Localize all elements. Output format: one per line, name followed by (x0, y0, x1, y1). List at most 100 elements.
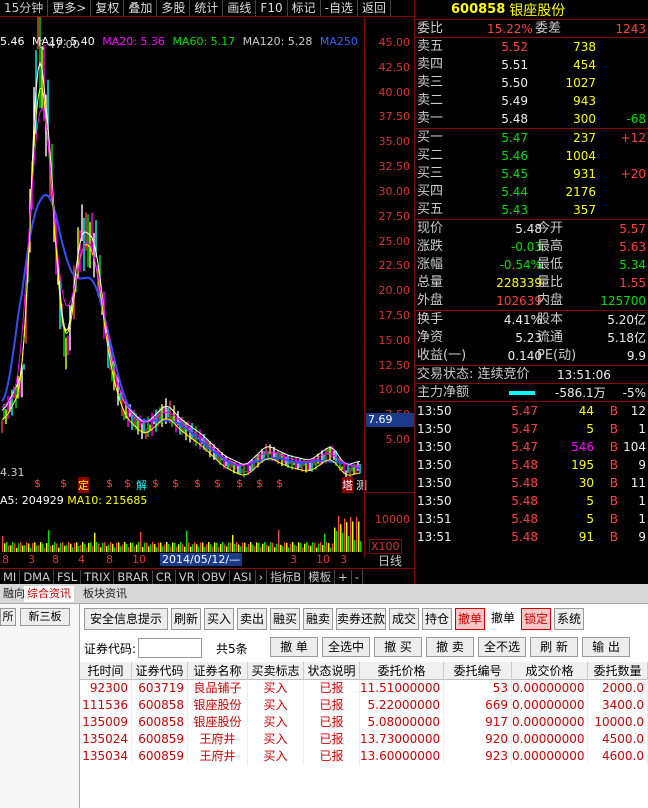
column-header[interactable]: 委托价格 (360, 662, 444, 680)
buy-level[interactable]: 买一 5.47 237 +12 (415, 129, 648, 147)
func-button[interactable]: 买入 (204, 608, 234, 630)
filter-button[interactable]: 刷 新 (530, 637, 578, 657)
filter-button[interactable]: 撤 卖 (426, 637, 474, 657)
sell-level[interactable]: 卖二 5.49 943 (415, 92, 648, 110)
ind-fsl[interactable]: FSL (54, 569, 82, 584)
sell-level[interactable]: 卖一 5.48 300 -68 (415, 110, 648, 128)
marker-ding[interactable]: 定 (78, 477, 89, 493)
column-header[interactable]: 托时间 (80, 662, 132, 680)
buy-level[interactable]: 买二 5.46 1004 (415, 147, 648, 165)
ind-brar[interactable]: BRAR (114, 569, 153, 584)
side-button-all[interactable]: 所 (0, 608, 16, 626)
toolbar-stats[interactable]: 统计 (190, 0, 224, 16)
table-row[interactable]: 135024 600859 王府井 买入 已报 13.73000000 920 0.00000… (80, 731, 648, 748)
tick-side: B (609, 458, 618, 472)
toolbar-multi-stock[interactable]: 多股 (157, 0, 191, 16)
func-button[interactable]: 融卖 (303, 608, 333, 630)
tick-count: 1 (638, 422, 646, 436)
column-header[interactable]: 证券名称 (188, 662, 248, 680)
daily-tab[interactable]: 日线 (366, 552, 414, 568)
level-price: 5.50 (501, 76, 528, 90)
marker-s[interactable]: $ (34, 477, 41, 490)
func-button[interactable]: 融买 (270, 608, 300, 630)
toolbar-fuquan[interactable]: 复权 (91, 0, 125, 16)
marker-s[interactable]: $ (60, 477, 67, 490)
ind-b[interactable]: 指标B (267, 569, 306, 584)
column-header[interactable]: 委托编号 (444, 662, 512, 680)
filter-button[interactable]: 全不选 (478, 637, 526, 657)
func-button[interactable]: 撤单 (488, 608, 518, 630)
table-row[interactable]: 111536 600858 银座股份 买入 已报 5.22000000 669 0.00000… (80, 697, 648, 714)
sell-level[interactable]: 卖四 5.51 454 (415, 56, 648, 74)
sell-level[interactable]: 卖三 5.50 1027 (415, 74, 648, 92)
func-button[interactable]: 撤单 (455, 608, 485, 630)
ind-trix[interactable]: TRIX (81, 569, 115, 584)
marker-s[interactable]: $ (172, 477, 179, 490)
column-header[interactable]: 状态说明 (304, 662, 360, 680)
code-input[interactable] (138, 638, 202, 658)
toolbar-draw[interactable]: 画线 (223, 0, 257, 16)
ind-vr[interactable]: VR (176, 569, 199, 584)
table-row[interactable]: 92300 603719 良品铺子 买入 已报 11.51000000 53 0.000000… (80, 680, 648, 697)
ind-dma[interactable]: DMA (20, 569, 54, 584)
func-button[interactable]: 刷新 (171, 608, 201, 630)
zoom-out-button[interactable]: - (352, 569, 363, 584)
marker-s[interactable]: $ (236, 477, 243, 490)
func-button[interactable]: 安全信息提示 (84, 608, 168, 630)
toolbar-overlay[interactable]: 叠加 (124, 0, 158, 16)
x-tick: 4 (78, 553, 85, 566)
filter-button[interactable]: 撤 买 (374, 637, 422, 657)
func-button[interactable]: 锁定 (521, 608, 551, 630)
func-button[interactable]: 成交 (389, 608, 419, 630)
filter-button[interactable]: 输 出 (582, 637, 630, 657)
volume-bar (140, 531, 142, 552)
tab-news[interactable]: 综合资讯 (24, 586, 74, 602)
table-cell: 0.00000000 (512, 731, 588, 748)
column-header[interactable]: 证券代码 (132, 662, 188, 680)
marker-ta[interactable]: 塔 (342, 477, 353, 493)
column-header[interactable]: 委托数量 (588, 662, 648, 680)
func-button[interactable]: 卖出 (237, 608, 267, 630)
func-button[interactable]: 卖券还款 (336, 608, 386, 630)
marker-s[interactable]: $ (276, 477, 283, 490)
ind-mi[interactable]: MI (0, 569, 21, 584)
more-menu[interactable]: 更多> (48, 0, 92, 16)
marker-jie[interactable]: 解 (136, 477, 147, 493)
toolbar-f10[interactable]: F10 (256, 0, 288, 16)
scroll-right-icon[interactable]: › (256, 569, 268, 584)
marker-s[interactable]: $ (124, 477, 131, 490)
column-header[interactable]: 成交价格 (512, 662, 588, 680)
side-button-neeq[interactable]: 新三板 (20, 608, 70, 626)
marker-s[interactable]: $ (194, 477, 201, 490)
period-selector[interactable]: 15分钟 (0, 0, 49, 16)
tab-sector-news[interactable]: 板块资讯 (80, 586, 130, 602)
table-row[interactable]: 135009 600858 银座股份 买入 已报 5.08000000 917 0.00000… (80, 714, 648, 731)
volume-bar (20, 542, 22, 552)
marker-s[interactable]: $ (214, 477, 221, 490)
marker-s[interactable]: $ (256, 477, 263, 490)
buy-level[interactable]: 买五 5.43 357 (415, 201, 648, 219)
volume-bar (182, 544, 184, 552)
toolbar-mark[interactable]: 标记 (288, 0, 321, 16)
table-row[interactable]: 135034 600859 王府井 买入 已报 13.60000000 923 0.00000… (80, 748, 648, 765)
toolbar-back[interactable]: 返回 (358, 0, 391, 16)
func-button[interactable]: 系统 (554, 608, 584, 630)
sell-level[interactable]: 卖五 5.52 738 (415, 38, 648, 56)
template-button[interactable]: 模板 (305, 569, 336, 584)
marker-s[interactable]: $ (106, 477, 113, 490)
filter-button[interactable]: 撤 单 (270, 637, 318, 657)
ind-asi[interactable]: ASI (230, 569, 256, 584)
zoom-in-button[interactable]: + (335, 569, 352, 584)
ind-obv[interactable]: OBV (199, 569, 231, 584)
column-header[interactable]: 买卖标志 (248, 662, 304, 680)
kline-chart[interactable]: 5.46 MA10: 5.40 MA20: 5.36 MA60: 5.17 MA… (0, 17, 414, 582)
func-button[interactable]: 持仓 (422, 608, 452, 630)
level-price: 5.44 (501, 185, 528, 199)
table-cell: 银座股份 (188, 714, 248, 731)
filter-button[interactable]: 全选中 (322, 637, 370, 657)
toolbar-watchlist[interactable]: -自选 (321, 0, 358, 16)
ind-cr[interactable]: CR (153, 569, 176, 584)
buy-level[interactable]: 买三 5.45 931 +20 (415, 165, 648, 183)
marker-s[interactable]: $ (152, 477, 159, 490)
buy-level[interactable]: 买四 5.44 2176 (415, 183, 648, 201)
